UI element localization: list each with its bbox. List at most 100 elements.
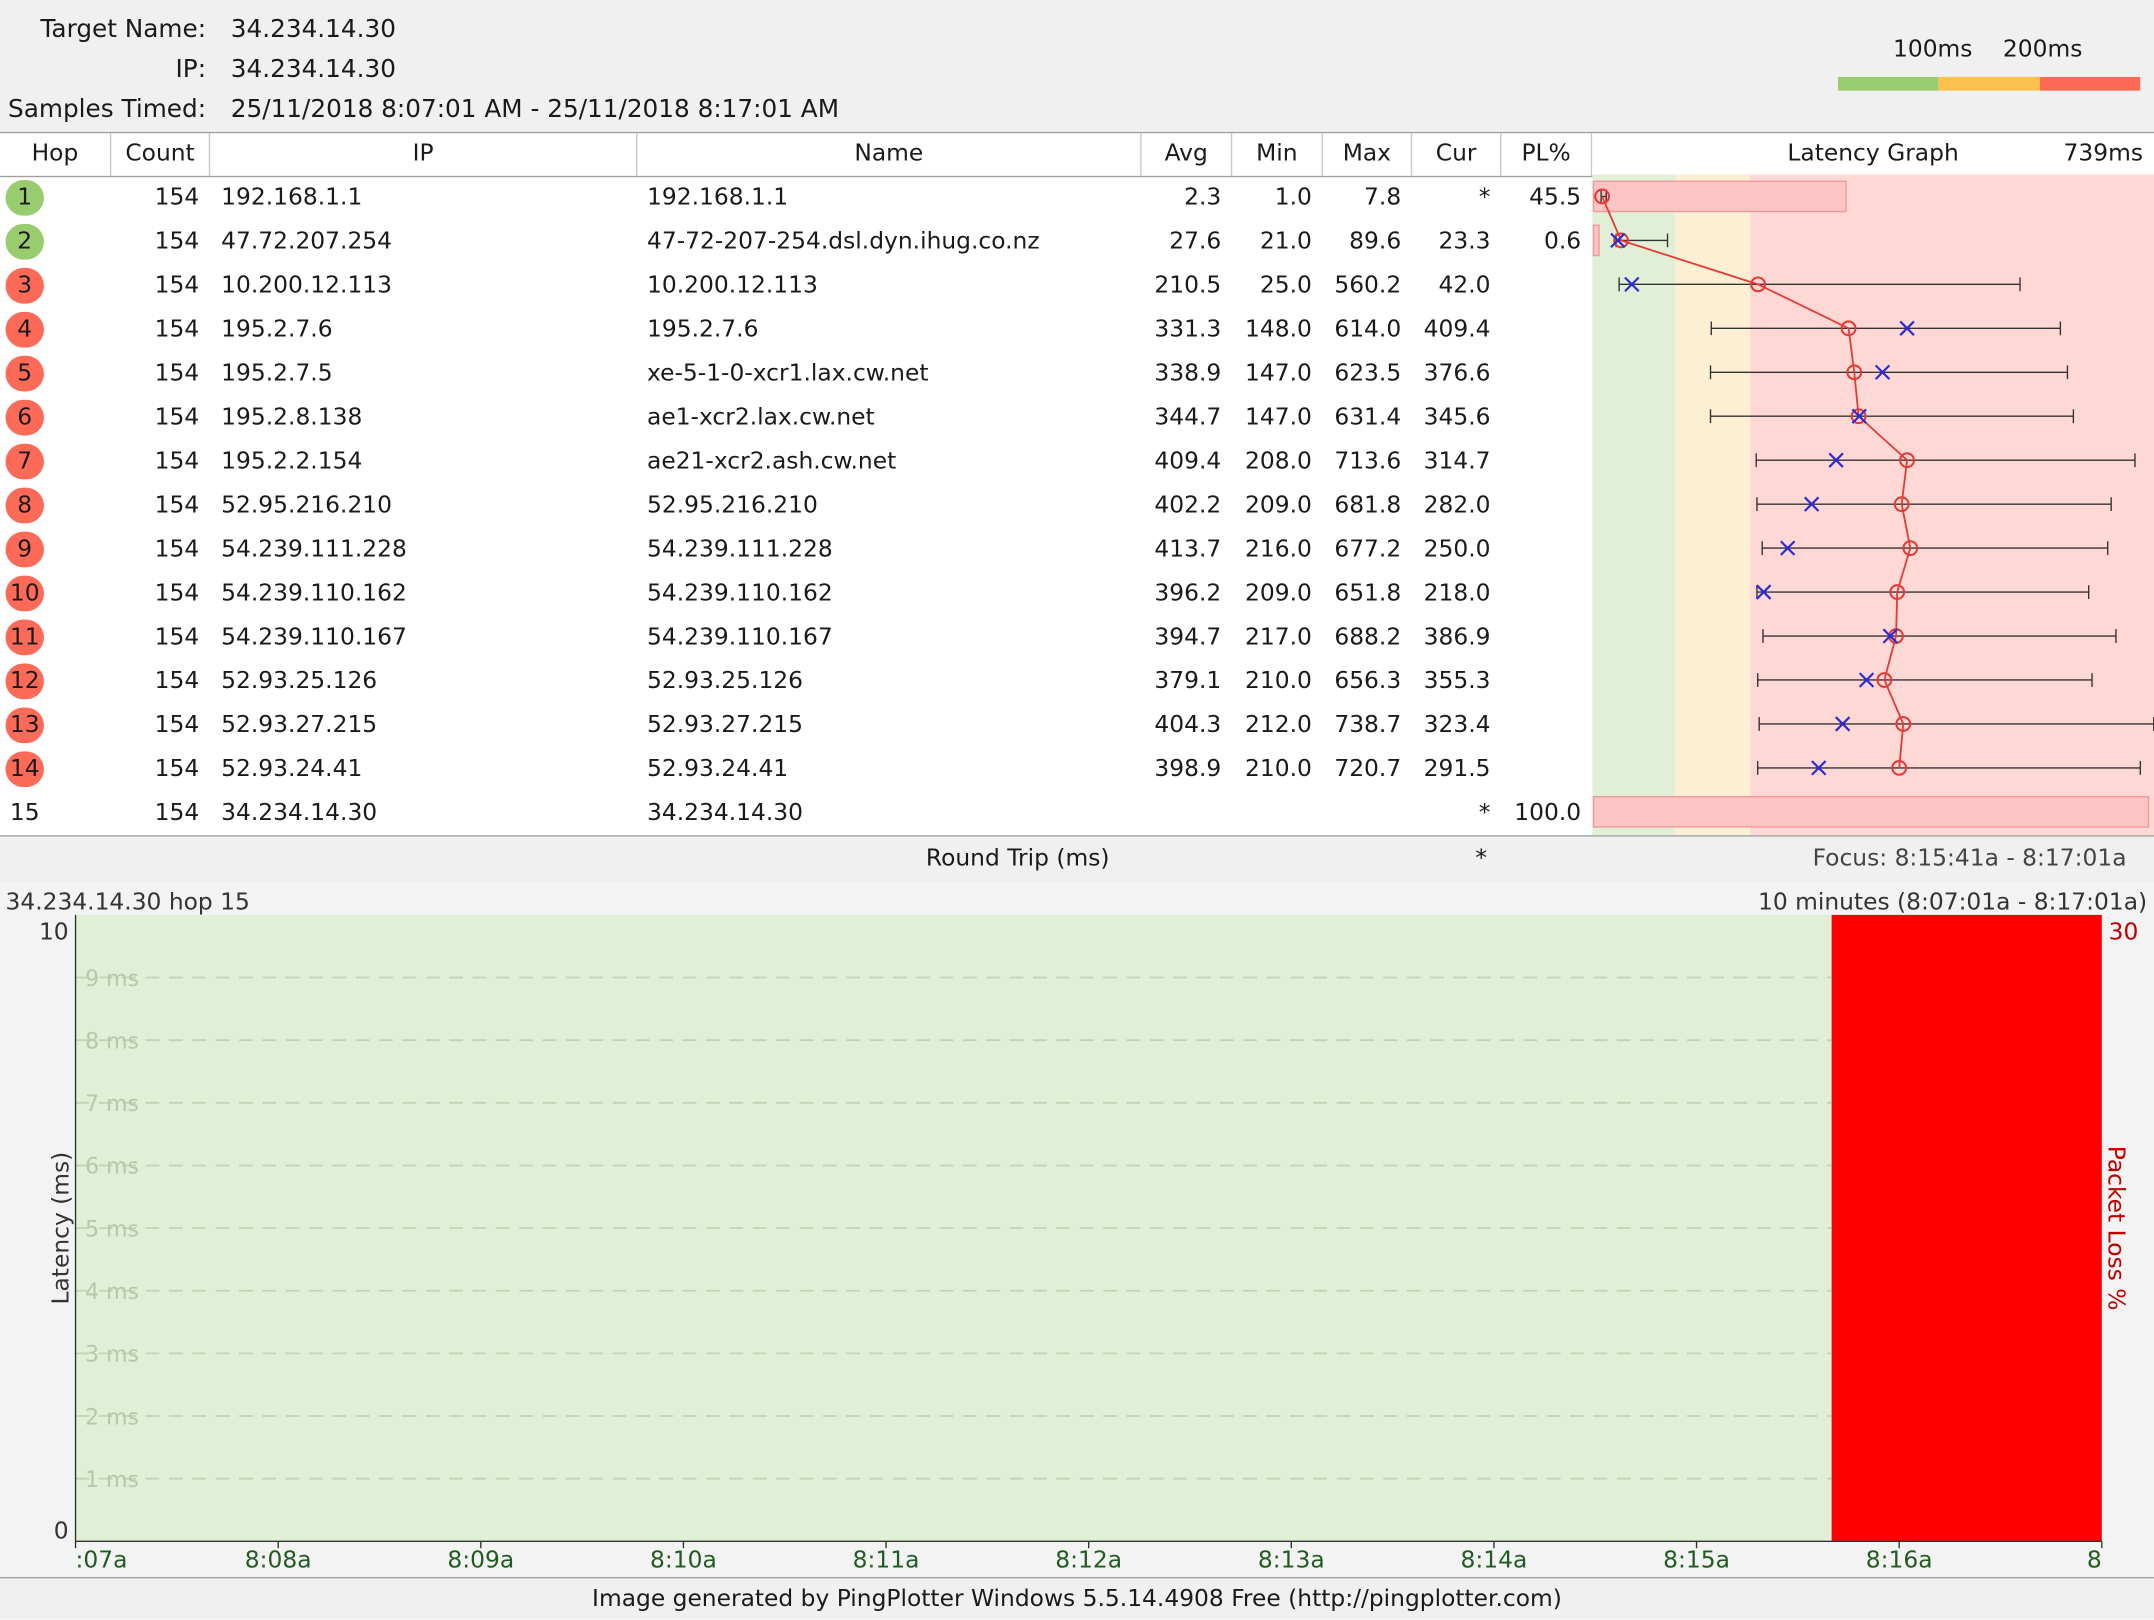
hop-number-badge: 5 [5,355,44,392]
x-tick-label: 8:12a [1055,1545,1122,1573]
hop-cur-cell: 218.0 [1423,579,1491,608]
col-max[interactable]: Max [1323,133,1413,176]
hop-cur-cell: 314.7 [1423,447,1491,476]
hop-number-badge: 10 [5,575,44,612]
hop-cur-cell: 376.6 [1423,359,1491,388]
hop-count-cell: 154 [154,184,200,212]
x-tick-label: 8:14a [1461,1545,1528,1573]
hop-name-cell: 10.200.12.113 [647,271,818,300]
hop-avg-cell: 344.7 [1154,403,1222,432]
hop-avg-cell [1142,791,1222,835]
hop-name-cell: 192.168.1.1 [647,184,789,212]
hop-pl-cell [1501,484,1581,528]
hop-max-cell: 560.2 [1334,271,1402,300]
col-count[interactable]: Count [111,133,211,176]
hop-avg-cell: 331.3 [1154,315,1222,344]
hop-number-badge: 6 [5,399,44,436]
hop-max-cell: 681.8 [1334,491,1402,520]
hop-cur-cell: 345.6 [1423,403,1491,432]
hop-min-cell: 212.0 [1245,711,1312,740]
hop-ip-cell: 195.2.8.138 [221,403,363,432]
packet-loss-bar [1592,180,1847,213]
ip-label: IP: [175,54,207,84]
loss-axis-title: Packet Loss % [2103,1146,2131,1311]
hop-name-cell: 52.93.24.41 [647,755,789,784]
col-latency-graph[interactable]: Latency Graph 739ms [1592,133,2154,176]
y-tick-label: 8 ms [85,1029,139,1054]
legend-green-bar [1838,76,1939,91]
target-name-value: 34.234.14.30 [230,15,396,44]
hop-max-cell: 713.6 [1334,447,1402,476]
hop-count-cell: 154 [154,579,200,608]
y-tick-label: 9 ms [85,967,139,992]
hop-ip-cell: 195.2.2.154 [221,447,363,476]
hop-ip-cell: 10.200.12.113 [221,271,393,300]
hop-min-cell: 208.0 [1245,447,1312,476]
hop-count-cell: 154 [154,315,200,344]
hop-max-cell: 631.4 [1334,403,1402,432]
hop-min-cell: 25.0 [1259,271,1312,300]
hop-ip-cell: 54.239.110.167 [221,623,407,652]
hop-count-cell: 154 [154,447,200,476]
loss-max-label: 30 [2109,918,2139,946]
y-min-label: 0 [54,1517,69,1545]
hop-min-cell: 210.0 [1245,667,1312,696]
hop-max-cell: 89.6 [1349,228,1402,256]
col-avg[interactable]: Avg [1142,133,1233,176]
hop-min-cell: 21.0 [1259,228,1312,256]
x-tick-label: 8:08a [245,1545,312,1573]
y-tick-label: 1 ms [85,1468,139,1493]
legend-red-bar [2039,76,2141,91]
ip-value: 34.234.14.30 [230,54,396,84]
x-tick-label: 8:13a [1258,1545,1325,1573]
hop-ip-cell: 54.239.110.162 [221,579,407,608]
hop-avg-cell: 27.6 [1169,228,1222,256]
packet-loss-bar [1592,796,2150,828]
timeline-chart[interactable]: 34.234.14.30 hop 15 10 minutes (8:07:01a … [0,882,2154,1577]
round-trip-bar: Round Trip (ms) * Focus: 8:15:41a - 8:17… [0,835,2154,884]
hop-cur-cell: 42.0 [1438,271,1491,300]
hop-name-cell: ae21-xcr2.ash.cw.net [647,447,897,476]
hop-ip-cell: 54.239.111.228 [221,535,407,564]
x-tick-label: 8:11a [853,1545,920,1573]
hop-max-cell: 688.2 [1334,623,1402,652]
col-hop[interactable]: Hop [0,133,112,176]
hop-avg-cell: 379.1 [1154,667,1222,696]
ip-row: IP: 34.234.14.30 [0,51,962,89]
graph-zone-yellow [1675,174,1751,836]
hop-count-cell: 154 [154,491,200,520]
hop-ip-cell: 52.93.27.215 [221,711,378,740]
x-tick-label: 8 [2087,1545,2102,1573]
pingplotter-window: Target Name: 34.234.14.30 IP: 34.234.14.… [0,0,2154,1620]
legend-100ms: 100ms [1892,35,1973,64]
y-tick-label: 2 ms [85,1405,139,1430]
hop-pl-cell [1501,659,1581,703]
hop-ip-cell: 52.93.25.126 [221,667,378,696]
hop-pl-cell [1501,571,1581,615]
col-cur[interactable]: Cur [1412,133,1502,176]
hop-min-cell: 217.0 [1245,623,1312,652]
latency-graph[interactable] [1592,174,2154,836]
hop-pl-cell [1501,352,1581,396]
hop-avg-cell: 413.7 [1154,535,1222,564]
hop-name-cell: 34.234.14.30 [647,799,804,827]
hop-min-cell: 209.0 [1245,579,1312,608]
col-min[interactable]: Min [1232,133,1323,176]
hop-count-cell: 154 [154,228,200,256]
hop-number-badge: 15 [9,799,40,827]
samples-timed-row: Samples Timed: 25/11/2018 8:07:01 AM - 2… [0,91,962,129]
col-name[interactable]: Name [637,133,1142,176]
column-header-row: Hop Count IP Name Avg Min Max Cur PL% La… [0,131,2154,178]
hop-name-cell: ae1-xcr2.lax.cw.net [647,403,875,432]
hop-max-cell [1323,791,1401,835]
y-tick-label: 5 ms [85,1217,139,1242]
hop-count-cell: 154 [154,799,200,827]
hop-ip-cell: 195.2.7.6 [221,315,333,344]
col-pl[interactable]: PL% [1501,133,1593,176]
x-tick-label: 8:10a [650,1545,717,1573]
latency-graph-title: Latency Graph [1787,140,1959,168]
col-ip[interactable]: IP [210,133,638,176]
samples-timed-label: Samples Timed: [8,94,207,124]
target-name-label: Target Name: [40,15,207,44]
latency-graph-scale: 739ms [2063,140,2144,168]
